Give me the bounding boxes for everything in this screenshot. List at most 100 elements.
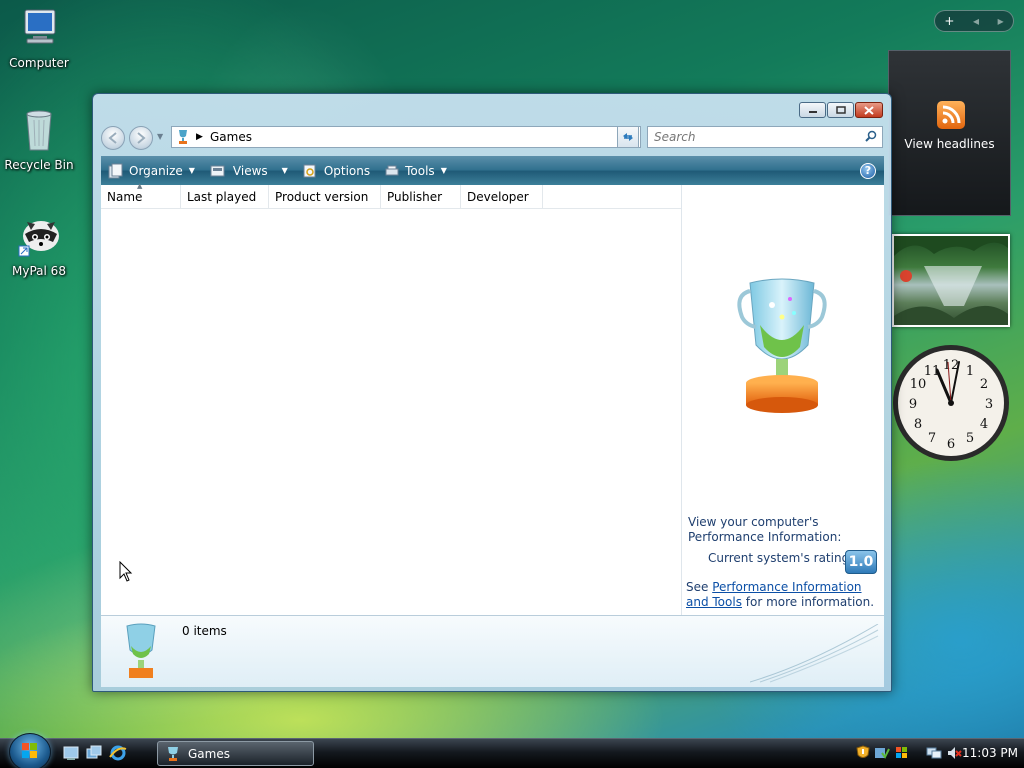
volume-muted-icon[interactable] bbox=[946, 745, 962, 761]
mypal-icon bbox=[15, 212, 63, 260]
svg-text:8: 8 bbox=[914, 417, 922, 432]
rating-label: Current system's rating: bbox=[708, 551, 854, 565]
switch-windows-icon[interactable] bbox=[85, 744, 103, 762]
trophy-icon bbox=[737, 278, 827, 413]
minimize-button[interactable] bbox=[799, 102, 826, 118]
add-gadget-icon[interactable]: + bbox=[944, 14, 954, 28]
column-header-last-played[interactable]: Last played bbox=[181, 185, 269, 208]
desktop-icon-computer[interactable]: Computer bbox=[0, 4, 78, 70]
svg-text:1: 1 bbox=[966, 364, 974, 379]
svg-text:10: 10 bbox=[910, 377, 927, 392]
rss-icon bbox=[937, 101, 965, 129]
windows-update-icon[interactable] bbox=[874, 745, 890, 761]
games-trophy-icon bbox=[126, 623, 156, 678]
column-header-label: Publisher bbox=[387, 190, 443, 204]
maximize-icon bbox=[835, 106, 846, 114]
views-label: Views bbox=[232, 163, 268, 178]
recycle-bin-icon bbox=[15, 106, 63, 154]
refresh-icon bbox=[623, 133, 633, 141]
see-suffix: for more information. bbox=[741, 595, 875, 609]
column-header-publisher[interactable]: Publisher bbox=[381, 185, 461, 208]
svg-text:9: 9 bbox=[909, 397, 917, 412]
svg-text:4: 4 bbox=[980, 417, 988, 432]
help-button[interactable]: ? bbox=[860, 162, 876, 179]
options-label: Options bbox=[323, 163, 371, 178]
tools-menu[interactable]: Tools ▼ bbox=[378, 156, 455, 185]
close-button[interactable] bbox=[855, 102, 883, 118]
minimize-icon bbox=[808, 111, 817, 113]
organize-label: Organize bbox=[129, 163, 183, 178]
svg-text:6: 6 bbox=[947, 437, 955, 452]
start-button[interactable] bbox=[9, 733, 51, 768]
svg-text:3: 3 bbox=[985, 397, 993, 412]
views-menu[interactable]: Views ▼ bbox=[203, 156, 296, 185]
show-desktop-icon[interactable] bbox=[62, 744, 80, 762]
security-warning-icon[interactable] bbox=[856, 745, 870, 761]
desktop-icon-label: MyPal 68 bbox=[12, 264, 66, 278]
organize-menu[interactable]: Organize ▼ bbox=[101, 156, 203, 185]
file-list-pane: ▲ Name Last played Product version Publi… bbox=[101, 182, 884, 615]
address-bar[interactable]: ▶ Games ▼ bbox=[171, 126, 641, 148]
details-pane: 0 items bbox=[101, 615, 884, 687]
chevron-down-icon: ▼ bbox=[281, 166, 288, 175]
computer-icon bbox=[15, 4, 63, 52]
search-icon[interactable] bbox=[864, 130, 878, 144]
desktop-icon-mypal[interactable]: MyPal 68 bbox=[0, 212, 78, 278]
back-button[interactable] bbox=[101, 126, 125, 150]
mouse-cursor-icon bbox=[119, 561, 133, 582]
column-header-label: Developer bbox=[467, 190, 529, 204]
sidebar-controls: + ◂ ▸ bbox=[934, 10, 1014, 32]
slideshow-gadget[interactable] bbox=[892, 234, 1010, 327]
maximize-button[interactable] bbox=[827, 102, 854, 118]
help-icon: ? bbox=[864, 164, 872, 177]
column-header-developer[interactable]: Developer bbox=[461, 185, 543, 208]
system-tray bbox=[856, 742, 962, 764]
previous-icon[interactable]: ◂ bbox=[973, 14, 979, 28]
next-icon[interactable]: ▸ bbox=[998, 14, 1004, 28]
taskbar-button-games[interactable]: Games bbox=[157, 741, 314, 766]
current-rating-label: Current system's rating: bbox=[708, 551, 853, 565]
desktop-icon-recycle-bin[interactable]: Recycle Bin bbox=[0, 106, 78, 172]
performance-info-link-text: See Performance Information and Tools fo… bbox=[686, 580, 882, 610]
breadcrumb-chevron-icon[interactable]: ▶ bbox=[196, 132, 203, 142]
clock-time[interactable]: 11:03 PM bbox=[962, 746, 1018, 760]
games-trophy-icon bbox=[168, 746, 178, 761]
windows-flag-icon[interactable] bbox=[894, 745, 910, 761]
close-icon bbox=[864, 105, 874, 115]
navigation-bar: ▼ ▶ Games ▼ Search bbox=[101, 124, 883, 150]
item-count: 0 items bbox=[182, 624, 227, 638]
view-headlines-label[interactable]: View headlines bbox=[889, 137, 1010, 151]
see-prefix: See bbox=[686, 580, 713, 594]
options-button[interactable]: Options bbox=[296, 156, 378, 185]
column-header-name[interactable]: ▲ Name bbox=[101, 182, 181, 208]
options-icon bbox=[303, 164, 316, 177]
column-header-product-version[interactable]: Product version bbox=[269, 185, 381, 208]
desktop-icon-label: Recycle Bin bbox=[4, 158, 74, 172]
refresh-button[interactable] bbox=[617, 126, 639, 148]
address-label[interactable]: Games bbox=[210, 130, 252, 144]
svg-text:7: 7 bbox=[928, 431, 936, 446]
network-icon[interactable] bbox=[926, 745, 942, 761]
command-bar: Organize ▼ Views ▼ Options Tools ▼ ? bbox=[101, 156, 884, 185]
column-headers: ▲ Name Last played Product version Publi… bbox=[101, 182, 681, 209]
decorative-swoosh-icon bbox=[750, 624, 879, 683]
desktop-icon-label: Computer bbox=[9, 56, 69, 70]
search-input[interactable]: Search bbox=[647, 126, 883, 148]
tools-label: Tools bbox=[405, 163, 435, 178]
search-placeholder: Search bbox=[654, 130, 696, 144]
organize-icon bbox=[108, 163, 123, 178]
clock-gadget[interactable]: 12 1 2 345 678 9 10 11 bbox=[890, 342, 1012, 464]
internet-explorer-icon[interactable] bbox=[109, 744, 127, 762]
svg-text:2: 2 bbox=[980, 377, 988, 392]
back-arrow-icon bbox=[108, 132, 117, 144]
column-header-label: Last played bbox=[187, 190, 257, 204]
recent-pages-dropdown-icon[interactable]: ▼ bbox=[157, 132, 163, 141]
forward-button[interactable] bbox=[129, 126, 153, 150]
windows-logo-icon bbox=[22, 743, 37, 758]
games-window: ▼ ▶ Games ▼ Search Organize ▼ Views ▼ bbox=[92, 93, 892, 692]
sort-arrow-icon: ▲ bbox=[137, 182, 143, 190]
svg-text:5: 5 bbox=[966, 431, 974, 446]
tools-icon bbox=[385, 165, 399, 175]
feed-headlines-gadget[interactable]: View headlines bbox=[888, 50, 1011, 216]
window-controls bbox=[799, 102, 883, 118]
